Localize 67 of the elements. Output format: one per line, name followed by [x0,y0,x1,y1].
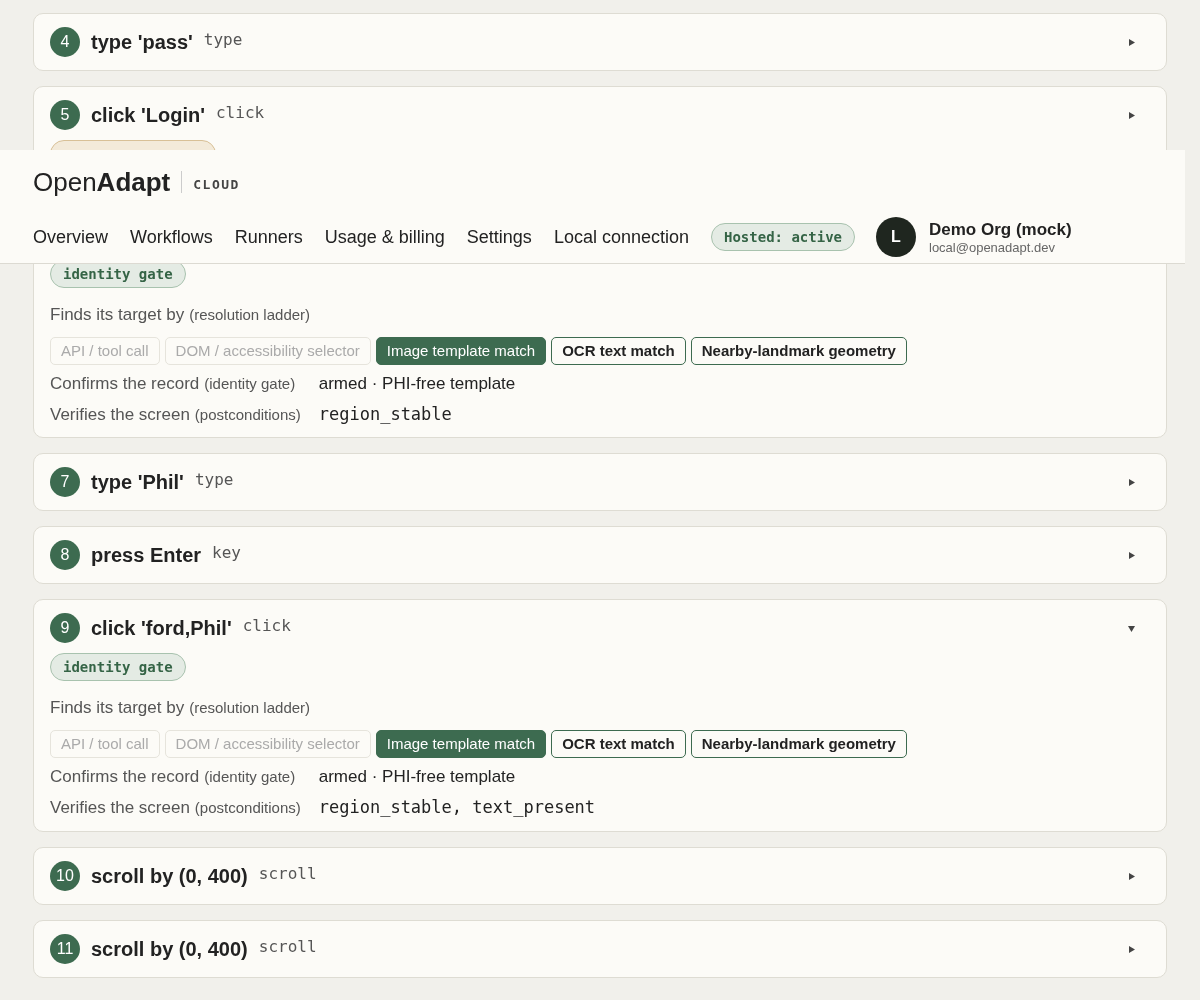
detail-label: Finds its target by [50,698,185,717]
detail-value: region_stable, text_present [318,797,596,817]
action-type: type [194,469,234,489]
detail-value: armed · PHI-free template [318,374,516,394]
step-title: click 'ford,Phil' [91,616,232,640]
ladder-chip: Nearby-landmark geometry [690,337,907,365]
ladder-chip: OCR text match [551,730,686,758]
nav-link[interactable]: Settings [466,226,532,248]
action-type: key [212,542,241,562]
ladder-chip: DOM / accessibility selector [164,337,371,365]
ladder-chip: API / tool call [50,730,160,758]
caret-right-icon[interactable] [1128,38,1135,46]
detail-label: Finds its target by [50,305,185,324]
step-number: 7 [50,467,80,497]
step-number: 9 [50,613,80,643]
caret-down-icon[interactable] [1128,624,1135,632]
tag: identity gate [50,653,186,681]
caret-right-icon[interactable] [1128,551,1135,559]
detail-label: Confirms the record [50,767,200,786]
caret-right-icon[interactable] [1128,111,1135,119]
status-badge: Hosted: active [711,223,855,251]
nav-link[interactable]: Workflows [130,226,213,248]
detail-note: (identity gate) [204,768,296,785]
org-name: Demo Org (mock) [929,219,1072,240]
detail-note: (resolution ladder) [189,306,311,323]
step-number: 8 [50,540,80,570]
nav-link[interactable]: Usage & billing [324,226,445,248]
action-type: type [203,29,243,49]
detail-note: (postconditions) [194,406,301,423]
action-type: scroll [258,936,317,956]
avatar[interactable]: L [876,217,916,257]
detail-value: armed · PHI-free template [318,767,517,787]
logo[interactable]: OpenAdapt [33,166,171,198]
ladder-chip: Image template match [375,730,547,758]
step-title: click 'Login' [91,103,205,127]
ladder-chip: Nearby-landmark geometry [690,730,907,758]
step-number: 4 [50,27,80,57]
action-type: click [216,102,265,122]
step-title: type 'Phil' [91,470,184,494]
caret-right-icon[interactable] [1128,478,1135,486]
detail-note: (identity gate) [204,375,296,392]
step-title: type 'pass' [91,30,193,54]
step-title: scroll by (0, 400) [91,864,248,888]
detail-label: Confirms the record [50,374,200,393]
detail-value: region_stable [318,404,453,424]
nav-link[interactable]: Overview [33,226,108,248]
detail-note: (resolution ladder) [189,699,311,716]
nav-link[interactable]: Local connection [553,226,689,248]
nav-link[interactable]: Runners [234,226,303,248]
caret-right-icon[interactable] [1128,945,1135,953]
action-type: scroll [258,863,317,883]
ladder-chip: OCR text match [551,337,686,365]
detail-note: (postconditions) [194,799,301,816]
step-number: 11 [50,934,80,964]
ladder-chip: DOM / accessibility selector [164,730,371,758]
step-title: scroll by (0, 400) [91,937,248,961]
step-number: 5 [50,100,80,130]
ladder-chip: API / tool call [50,337,160,365]
action-type: click [242,615,291,635]
ladder-chip: Image template match [375,337,547,365]
product-label: CLOUD [193,176,240,192]
step-number: 10 [50,861,80,891]
detail-label: Verifies the screen [50,798,190,817]
detail-label: Verifies the screen [50,405,190,424]
caret-right-icon[interactable] [1128,872,1135,880]
step-title: press Enter [91,543,202,567]
user-email: local@openadapt.dev [929,239,1056,255]
